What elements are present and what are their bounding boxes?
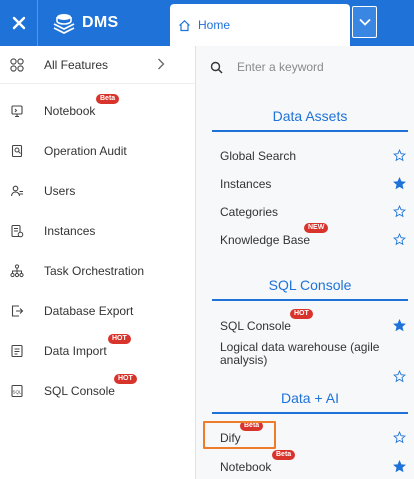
star-outline-icon[interactable] [393,205,406,218]
menu-item-label: Operation Audit [44,144,127,158]
menu-item-label: Notebook Beta [44,94,120,118]
audit-icon [11,144,23,158]
close-button[interactable] [0,0,38,46]
hot-badge: HOT [114,374,137,384]
menu-item-data-import[interactable]: Data Import HOT [0,334,195,362]
feature-logical-data-warehouse[interactable]: Logical data warehouse (agile analysis) [220,341,406,385]
feature-global-search[interactable]: Global Search [220,146,406,166]
feature-notebook[interactable]: Notebook Beta [220,450,406,477]
menu-item-notebook[interactable]: Notebook Beta [0,94,195,122]
logo-text: DMS [82,14,119,31]
feature-label: Notebook Beta [220,450,296,474]
star-outline-icon[interactable] [393,370,406,383]
section-title-data-assets: Data Assets [272,108,348,124]
database-logo-icon [53,14,75,34]
tabs-dropdown-button[interactable] [352,6,377,38]
menu-item-label: Database Export [44,304,134,318]
menu-item-operation-audit[interactable]: Operation Audit [0,140,195,162]
feature-label: Global Search [220,149,297,163]
features-panel: Data Assets Global Search Instances Cate… [195,46,414,479]
section-divider [212,412,408,414]
menu-item-task-orchestration[interactable]: Task Orchestration [0,260,195,282]
section-title-sql-console: SQL Console [268,277,352,293]
star-outline-icon[interactable] [393,233,406,246]
search-input[interactable] [237,60,397,74]
feature-sql-console[interactable]: SQL Console HOT [220,309,406,336]
menu-item-label: Instances [44,224,96,238]
star-filled-icon[interactable] [393,319,406,332]
all-features-item[interactable]: All Features [0,46,195,84]
hot-badge: HOT [108,334,131,344]
menu-item-instances[interactable]: Instances [0,220,195,242]
star-outline-icon[interactable] [393,431,406,444]
chevron-right-icon [158,58,165,70]
beta-badge: Beta [96,94,120,104]
search-icon [210,61,223,74]
section-divider [212,299,408,301]
menu-item-sql-console[interactable]: SQL SQL Console HOT [0,374,195,402]
notebook-icon [11,105,23,118]
hot-badge: HOT [290,309,313,319]
feature-label: Categories [220,205,279,219]
beta-badge: Beta [272,450,296,460]
grid-icon [10,57,24,72]
section-title-data-ai: Data + AI [281,390,339,406]
feature-categories[interactable]: Categories [220,202,406,222]
import-icon [11,344,23,358]
svg-text:SQL: SQL [12,390,22,395]
instances-icon [11,224,24,238]
feature-label: SQL Console HOT [220,309,313,333]
search-bar [196,54,414,80]
highlight-box [203,421,276,449]
all-features-label: All Features [44,57,109,72]
chevron-down-icon [358,18,371,26]
home-icon [179,19,190,31]
menu-item-label: Task Orchestration [44,264,145,278]
tab-home[interactable]: Home [170,4,350,46]
star-filled-icon[interactable] [393,177,406,190]
top-bar: DMS Home [0,0,414,46]
export-icon [11,305,24,317]
feature-label: Instances [220,177,272,191]
new-badge: NEW [304,223,329,233]
menu-item-label: SQL Console HOT [44,374,137,398]
left-menu: All Features Notebook Beta Operation Audi… [0,46,195,479]
sql-console-icon: SQL [11,384,23,398]
menu-item-database-export[interactable]: Database Export [0,300,195,322]
feature-knowledge-base[interactable]: Knowledge Base NEW [220,223,406,250]
tab-home-label: Home [198,18,231,32]
section-divider [212,130,408,132]
star-outline-icon[interactable] [393,149,406,162]
star-filled-icon[interactable] [393,460,406,473]
dms-logo[interactable]: DMS [52,10,118,36]
close-icon [12,16,25,30]
menu-item-label: Users [44,184,76,198]
feature-instances[interactable]: Instances [220,174,406,194]
users-icon [10,185,23,197]
feature-label: Logical data warehouse (agile analysis) [220,340,380,367]
task-orchestration-icon [10,264,24,278]
menu-item-users[interactable]: Users [0,180,195,202]
feature-label: Knowledge Base NEW [220,223,329,247]
menu-item-label: Data Import HOT [44,334,131,358]
